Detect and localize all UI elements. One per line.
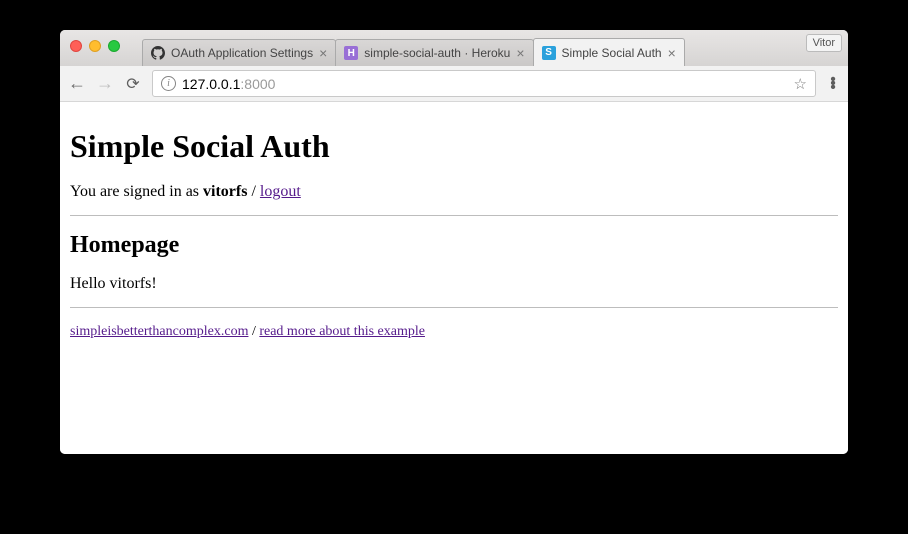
tab-label: simple-social-auth · Heroku [364, 46, 510, 60]
page-viewport: Simple Social Auth You are signed in as … [60, 102, 848, 454]
address-bar[interactable]: i 127.0.0.1:8000 ☆ [152, 70, 816, 97]
tab-strip: OAuth Application Settings × H simple-so… [142, 38, 806, 66]
close-tab-icon[interactable]: × [668, 46, 676, 60]
footer-link-site[interactable]: simpleisbetterthancomplex.com [70, 324, 248, 339]
bookmark-star-icon[interactable]: ☆ [794, 75, 807, 93]
url-port: :8000 [240, 76, 275, 92]
close-tab-icon[interactable]: × [319, 46, 327, 60]
page-title: Simple Social Auth [70, 128, 838, 165]
separator: / [248, 324, 259, 339]
footer-link-readmore[interactable]: read more about this example [259, 324, 425, 339]
heroku-icon: H [344, 46, 358, 60]
titlebar: OAuth Application Settings × H simple-so… [60, 30, 848, 66]
browser-window: OAuth Application Settings × H simple-so… [60, 30, 848, 454]
reload-button[interactable]: ⟳ [124, 74, 142, 94]
tab-label: OAuth Application Settings [171, 46, 313, 60]
tab-oauth-settings[interactable]: OAuth Application Settings × [142, 39, 336, 66]
logout-link[interactable]: logout [260, 183, 301, 200]
close-window-button[interactable] [70, 40, 82, 52]
maximize-window-button[interactable] [108, 40, 120, 52]
url-text: 127.0.0.1:8000 [182, 76, 275, 92]
tab-heroku[interactable]: H simple-social-auth · Heroku × [335, 39, 533, 66]
footer-links: simpleisbetterthancomplex.com / read mor… [70, 324, 838, 340]
signin-prefix: You are signed in as [70, 183, 203, 200]
forward-button[interactable]: → [96, 73, 114, 94]
window-controls [70, 40, 120, 52]
url-host: 127.0.0.1 [182, 76, 240, 92]
github-icon [151, 46, 165, 60]
divider [70, 307, 838, 308]
app-icon: S [542, 46, 556, 60]
section-heading: Homepage [70, 232, 838, 259]
signin-status: You are signed in as vitorfs / logout [70, 183, 838, 201]
close-tab-icon[interactable]: × [516, 46, 524, 60]
back-button[interactable]: ← [68, 73, 86, 94]
profile-chip[interactable]: Vitor [806, 34, 842, 52]
site-info-icon[interactable]: i [161, 76, 176, 91]
signed-in-username: vitorfs [203, 183, 247, 200]
minimize-window-button[interactable] [89, 40, 101, 52]
tab-simple-social-auth[interactable]: S Simple Social Auth × [533, 38, 685, 66]
separator: / [247, 183, 259, 200]
greeting-text: Hello vitorfs! [70, 275, 838, 293]
divider [70, 215, 838, 216]
browser-menu-button[interactable]: ••• [826, 78, 840, 90]
toolbar: ← → ⟳ i 127.0.0.1:8000 ☆ ••• [60, 66, 848, 102]
tab-label: Simple Social Auth [562, 46, 662, 60]
